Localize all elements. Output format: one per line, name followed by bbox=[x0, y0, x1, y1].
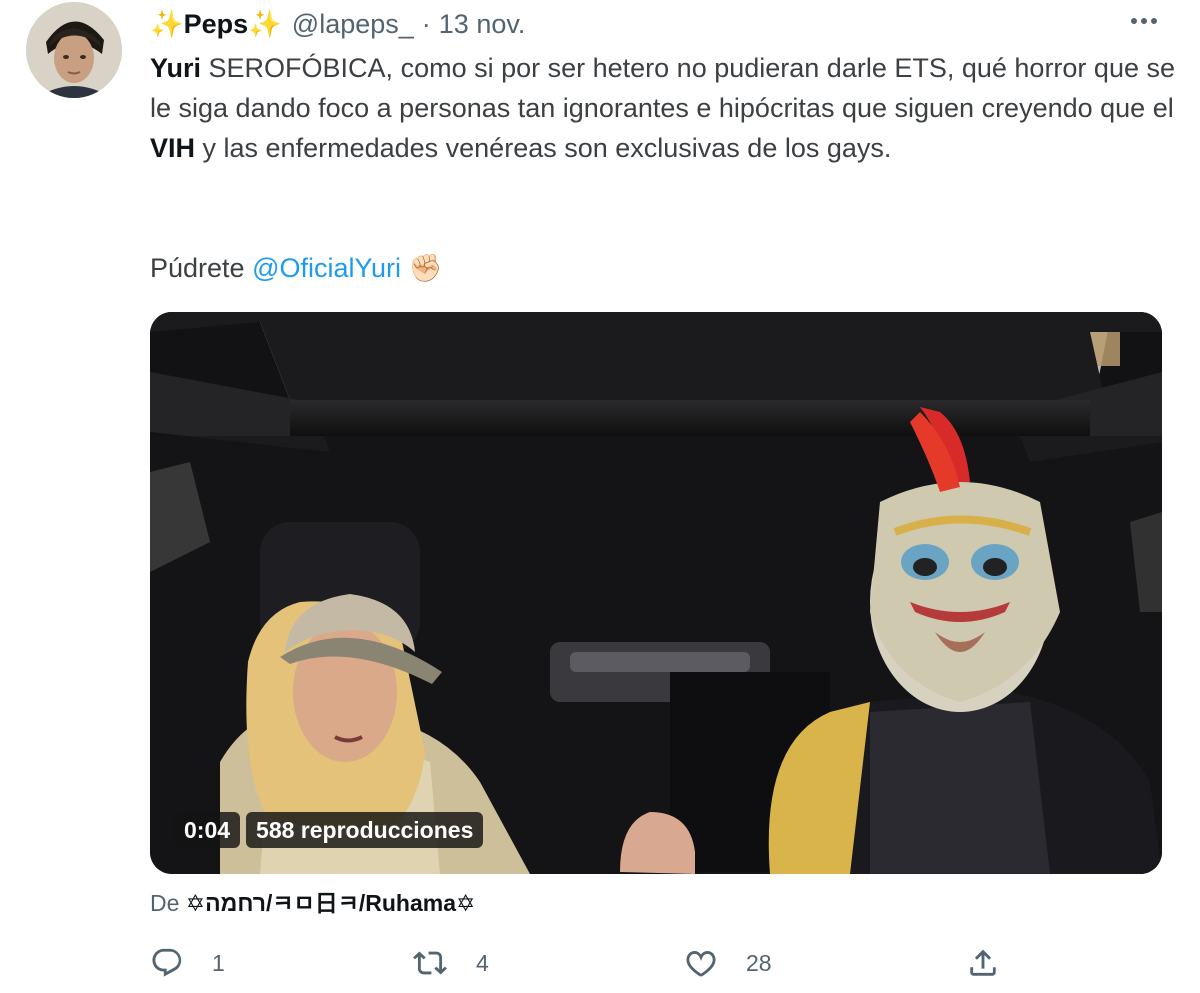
tweet-text-pudrete: Púdrete bbox=[150, 253, 253, 283]
tweet-text: Yuri SEROFÓBICA, como si por ser hetero … bbox=[150, 48, 1180, 168]
video-badges: 0:04 588 reproducciones bbox=[174, 812, 484, 848]
share-icon bbox=[970, 949, 996, 976]
video-duration: 0:04 bbox=[174, 812, 241, 848]
media-source-prefix: De bbox=[150, 890, 186, 916]
media-source-account[interactable]: ✡רחמה/ㅋㅁ日ㅋ/Ruhama✡ bbox=[186, 890, 475, 916]
tweet-text-bold-yuri: Yuri bbox=[150, 53, 202, 83]
tweet-text-body: SEROFÓBICA, como si por ser hetero no pu… bbox=[150, 53, 1175, 123]
tweet-text-end: y las enfermedades venéreas son exclusiv… bbox=[195, 133, 892, 163]
retweet-icon bbox=[413, 951, 447, 975]
mention-link[interactable]: @OficialYuri bbox=[252, 253, 401, 283]
tweet-header: ✨Peps✨ @lapeps_ · 13 nov. bbox=[150, 4, 525, 44]
more-horizontal-icon bbox=[1131, 18, 1137, 24]
reply-icon bbox=[152, 948, 182, 977]
retweet-count: 4 bbox=[476, 949, 489, 976]
retweet-button[interactable]: 4 bbox=[412, 940, 489, 986]
share-button[interactable] bbox=[966, 940, 1000, 986]
video-frame bbox=[150, 312, 1162, 874]
fist-emoji: ✊🏻 bbox=[408, 253, 443, 283]
reply-count: 1 bbox=[212, 949, 225, 976]
tweet-date[interactable]: 13 nov. bbox=[439, 9, 526, 40]
more-options-button[interactable] bbox=[1124, 6, 1164, 36]
media-source: De ✡רחמה/ㅋㅁ日ㅋ/Ruhama✡ bbox=[150, 884, 475, 918]
video-player[interactable] bbox=[150, 312, 1162, 874]
tweet-actions: 1 4 28 bbox=[150, 940, 1170, 986]
author-display-name[interactable]: ✨Peps✨ bbox=[150, 8, 282, 40]
heart-icon bbox=[686, 951, 716, 977]
reply-button[interactable]: 1 bbox=[150, 940, 225, 986]
avatar[interactable] bbox=[26, 2, 122, 98]
separator-dot: · bbox=[421, 8, 431, 39]
tweet-text-bold-vih: VIH bbox=[150, 133, 196, 163]
video-views: 588 reproducciones bbox=[246, 812, 484, 848]
like-count: 28 bbox=[746, 949, 772, 976]
author-handle[interactable]: @lapeps_ bbox=[292, 9, 414, 40]
like-button[interactable]: 28 bbox=[684, 940, 772, 986]
avatar-image bbox=[26, 2, 122, 98]
tweet-text-paragraph-2: Púdrete @OficialYuri ✊🏻 bbox=[150, 248, 442, 288]
